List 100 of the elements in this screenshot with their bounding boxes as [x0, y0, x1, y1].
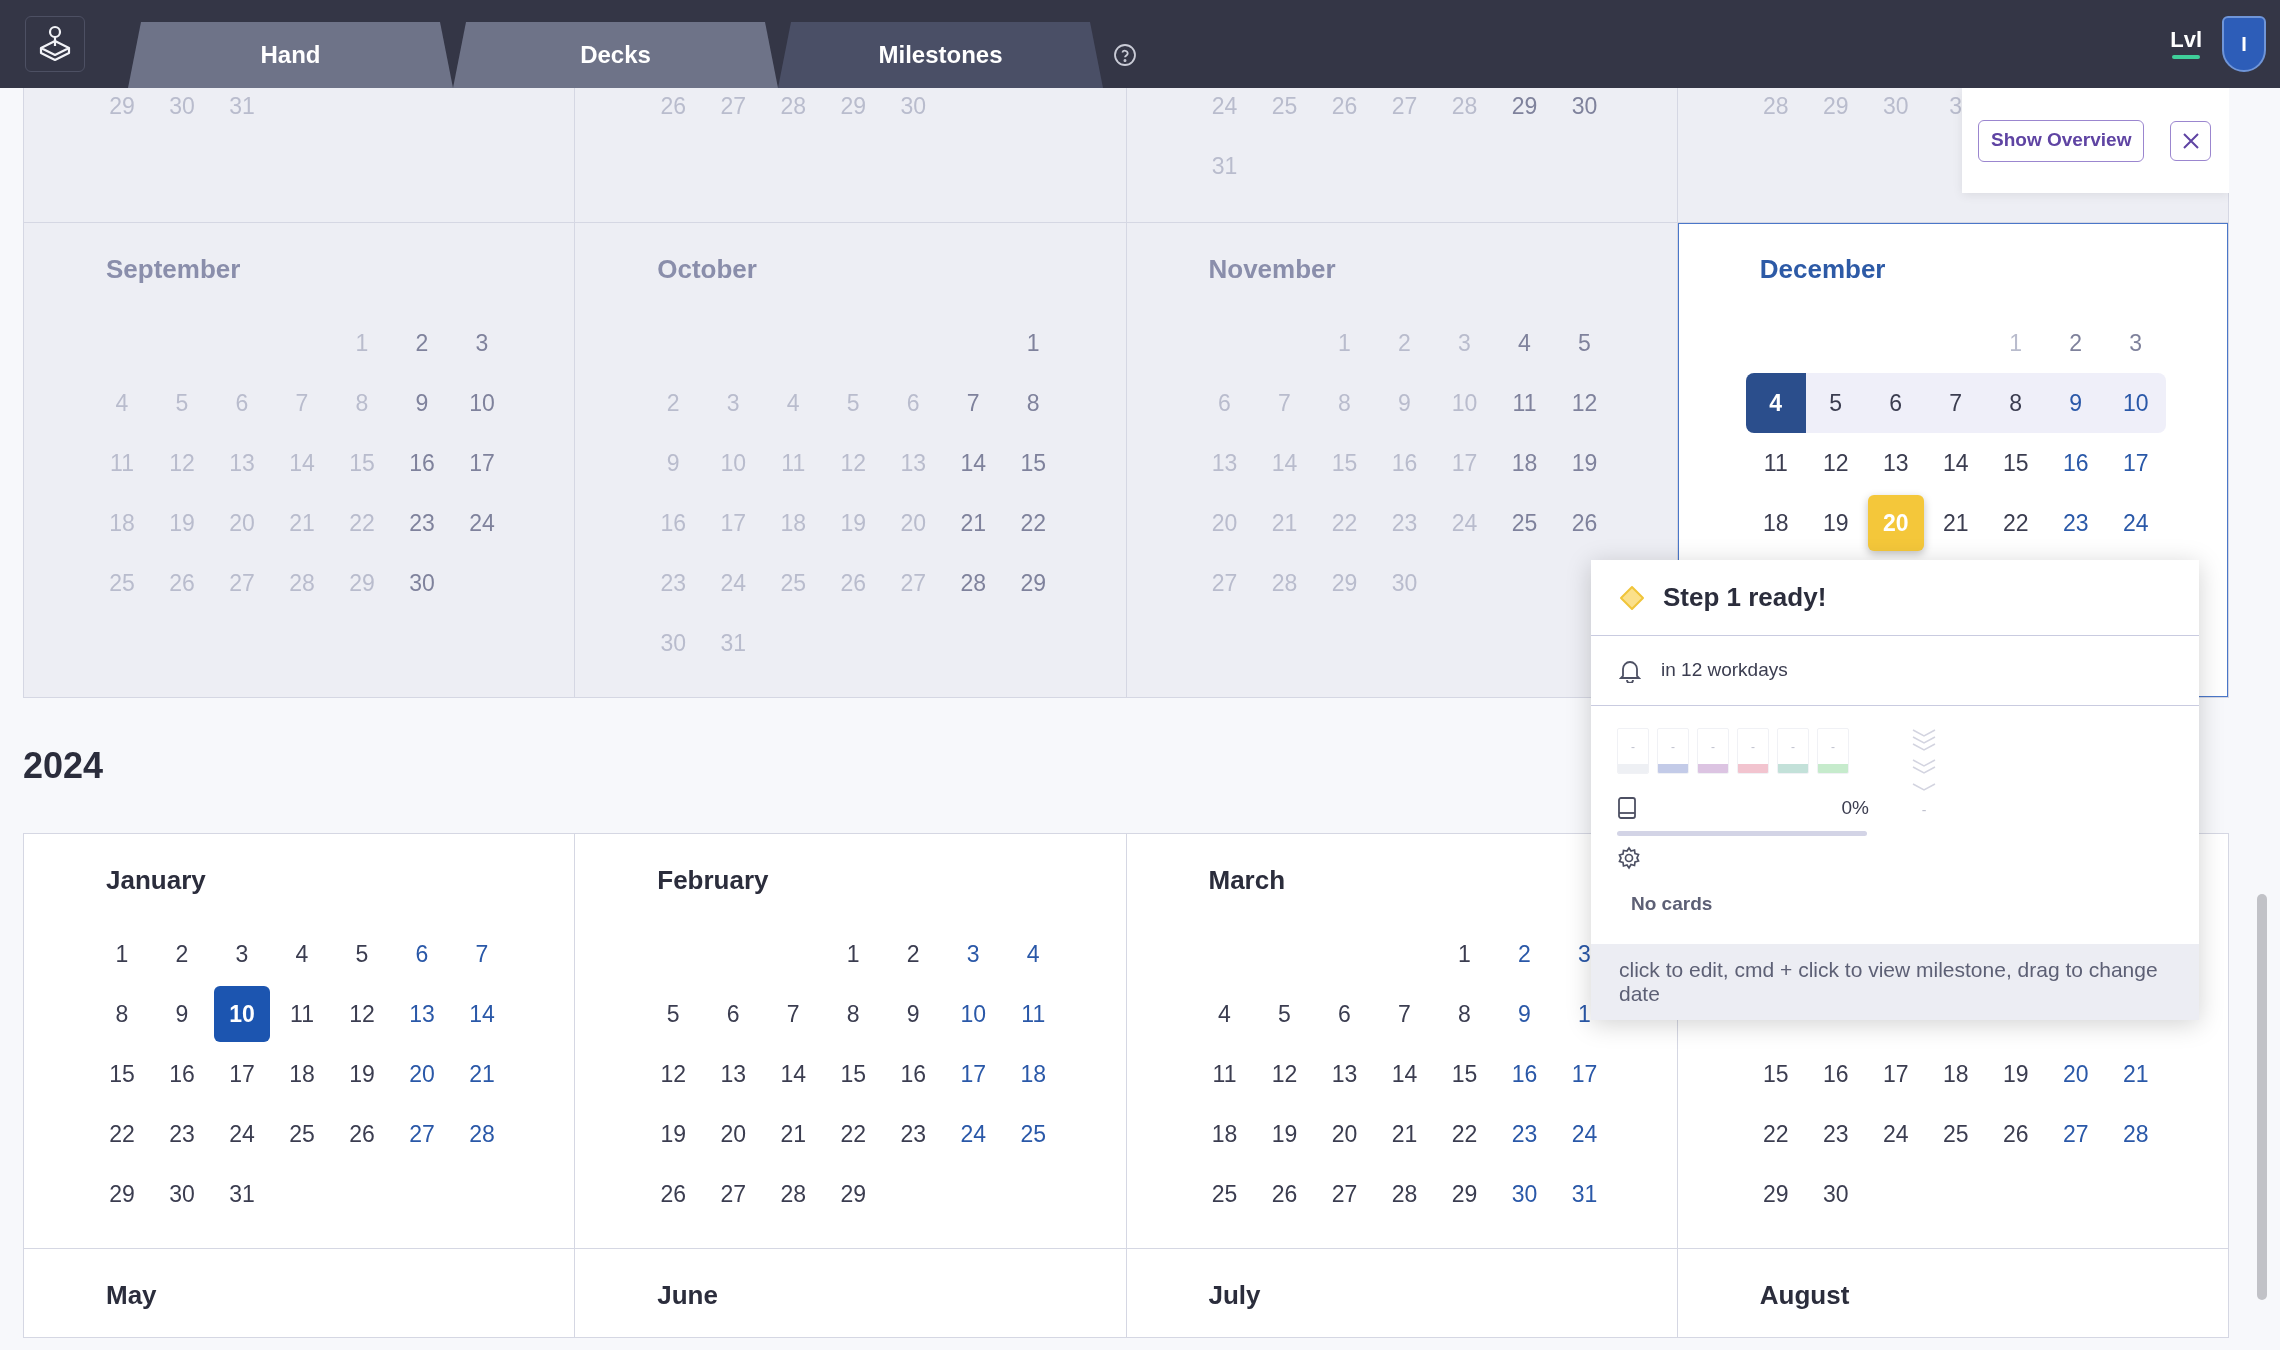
calendar-day[interactable]: 14 — [1942, 449, 1969, 477]
calendar-day[interactable]: 27 — [409, 1120, 435, 1148]
calendar-day[interactable]: 27 — [2062, 1120, 2089, 1148]
calendar-day[interactable]: 29 — [1451, 1180, 1478, 1208]
calendar-day[interactable]: 15 — [1762, 1060, 1789, 1088]
calendar-day[interactable]: 6 — [726, 1000, 740, 1028]
calendar-day[interactable]: 9 — [175, 1000, 189, 1028]
calendar-day[interactable]: 18 — [1211, 1120, 1238, 1148]
calendar-day[interactable]: 21 — [1942, 509, 1969, 537]
calendar-day[interactable]: 4 — [1026, 940, 1040, 968]
calendar-day[interactable]: 13 — [1882, 449, 1909, 477]
calendar-day[interactable]: 17 — [2122, 449, 2149, 477]
calendar-day[interactable]: 12 — [660, 1060, 687, 1088]
calendar-day[interactable]: 20 — [720, 1120, 747, 1148]
calendar-day[interactable]: 15 — [840, 1060, 867, 1088]
calendar-day[interactable]: 13 — [720, 1060, 747, 1088]
calendar-day[interactable]: 29 — [840, 1180, 867, 1208]
calendar-day[interactable]: 3 — [1578, 940, 1591, 968]
calendar-day[interactable]: 1 — [1578, 1000, 1591, 1028]
calendar-day[interactable]: 30 — [1822, 1180, 1849, 1208]
calendar-day[interactable]: 24 — [2122, 509, 2149, 537]
calendar-day[interactable]: 15 — [2002, 449, 2029, 477]
calendar-day[interactable]: 9 — [1518, 1000, 1531, 1028]
calendar-day[interactable]: 2 — [2069, 329, 2083, 357]
calendar-day[interactable]: 4 — [1745, 373, 1806, 433]
calendar-day[interactable]: 22 — [840, 1120, 867, 1148]
calendar-day[interactable]: 15 — [109, 1060, 135, 1088]
calendar-day[interactable]: 12 — [349, 1000, 375, 1028]
calendar-day[interactable]: 8 — [1985, 373, 2046, 433]
calendar-day[interactable]: 16 — [1822, 1060, 1849, 1088]
calendar-day[interactable]: 5 — [355, 940, 369, 968]
calendar-day[interactable]: 7 — [786, 1000, 800, 1028]
calendar-day[interactable]: 19 — [1822, 509, 1849, 537]
calendar-day[interactable]: 23 — [900, 1120, 927, 1148]
calendar-day[interactable]: 1 — [1458, 940, 1471, 968]
calendar-day[interactable]: 23 — [1822, 1120, 1849, 1148]
calendar-day[interactable]: 22 — [2002, 509, 2029, 537]
calendar-day[interactable]: 8 — [1458, 1000, 1471, 1028]
calendar-day[interactable]: 17 — [229, 1060, 255, 1088]
calendar-day[interactable]: 4 — [1218, 1000, 1231, 1028]
calendar-day[interactable]: 19 — [660, 1120, 687, 1148]
calendar-day[interactable]: 30 — [169, 1180, 195, 1208]
calendar-day[interactable]: 30 — [1511, 1180, 1538, 1208]
calendar-day[interactable]: 9 — [906, 1000, 920, 1028]
calendar-day[interactable]: 5 — [1278, 1000, 1291, 1028]
calendar-day[interactable]: 19 — [2002, 1060, 2029, 1088]
calendar-day[interactable]: 31 — [1571, 1180, 1598, 1208]
calendar-day[interactable]: 3 — [235, 940, 249, 968]
calendar-day[interactable]: 18 — [289, 1060, 315, 1088]
calendar-day[interactable]: 25 — [1020, 1120, 1047, 1148]
calendar-day[interactable]: 5 — [1805, 373, 1866, 433]
calendar-day[interactable]: 19 — [349, 1060, 375, 1088]
calendar-day[interactable]: 19 — [1271, 1120, 1298, 1148]
calendar-day[interactable]: 28 — [469, 1120, 495, 1148]
help-icon[interactable] — [1113, 43, 1137, 67]
calendar-day[interactable]: 17 — [1571, 1060, 1598, 1088]
calendar-day[interactable]: 26 — [349, 1120, 375, 1148]
calendar-day[interactable]: 21 — [1391, 1120, 1418, 1148]
calendar-day[interactable]: 11 — [1021, 1000, 1046, 1028]
calendar-day[interactable]: 26 — [2002, 1120, 2029, 1148]
calendar-day[interactable]: 17 — [960, 1060, 987, 1088]
calendar-day[interactable]: 22 — [1762, 1120, 1789, 1148]
calendar-day[interactable]: 31 — [229, 1180, 255, 1208]
calendar-day[interactable]: 20 — [409, 1060, 435, 1088]
nav-tab[interactable]: Milestones — [778, 22, 1103, 88]
show-overview-button[interactable]: Show Overview — [1978, 119, 2145, 162]
calendar-day[interactable]: 23 — [169, 1120, 195, 1148]
calendar-day[interactable]: 14 — [469, 1000, 495, 1028]
calendar-day[interactable]: 11 — [1763, 449, 1788, 477]
calendar-day[interactable]: 12 — [1271, 1060, 1298, 1088]
calendar-day[interactable]: 29 — [1762, 1180, 1789, 1208]
calendar-day[interactable]: 3 — [2129, 329, 2143, 357]
calendar-day[interactable]: 15 — [1451, 1060, 1478, 1088]
calendar-day[interactable]: 7 — [1925, 373, 1986, 433]
calendar-day[interactable]: 24 — [1882, 1120, 1909, 1148]
nav-tab[interactable]: Decks — [453, 22, 778, 88]
calendar-day[interactable]: 17 — [1882, 1060, 1909, 1088]
calendar-day[interactable]: 27 — [720, 1180, 747, 1208]
calendar-day[interactable]: 8 — [115, 1000, 129, 1028]
calendar-day[interactable]: 12 — [1822, 449, 1849, 477]
calendar-day[interactable]: 29 — [109, 1180, 135, 1208]
calendar-day[interactable]: 21 — [469, 1060, 495, 1088]
calendar-day[interactable]: 27 — [1331, 1180, 1358, 1208]
calendar-day[interactable]: 16 — [900, 1060, 927, 1088]
calendar-day[interactable]: 25 — [1942, 1120, 1969, 1148]
calendar-day[interactable]: 11 — [1212, 1060, 1237, 1088]
calendar-day[interactable]: 9 — [2045, 373, 2106, 433]
close-button[interactable] — [2170, 120, 2212, 161]
calendar-day[interactable]: 20 — [1331, 1120, 1358, 1148]
calendar-day[interactable]: 22 — [1451, 1120, 1478, 1148]
calendar-day[interactable]: 21 — [780, 1120, 807, 1148]
calendar-day[interactable]: 10 — [214, 986, 270, 1042]
calendar-day[interactable]: 1 — [846, 940, 860, 968]
calendar-day[interactable]: 14 — [780, 1060, 807, 1088]
calendar-day[interactable]: 20 — [2062, 1060, 2089, 1088]
calendar-day[interactable]: 24 — [1571, 1120, 1598, 1148]
calendar-day[interactable]: 26 — [1271, 1180, 1298, 1208]
calendar-day[interactable]: 25 — [1211, 1180, 1238, 1208]
settings-icon[interactable] — [1617, 845, 1641, 870]
calendar-day[interactable]: 26 — [660, 1180, 687, 1208]
